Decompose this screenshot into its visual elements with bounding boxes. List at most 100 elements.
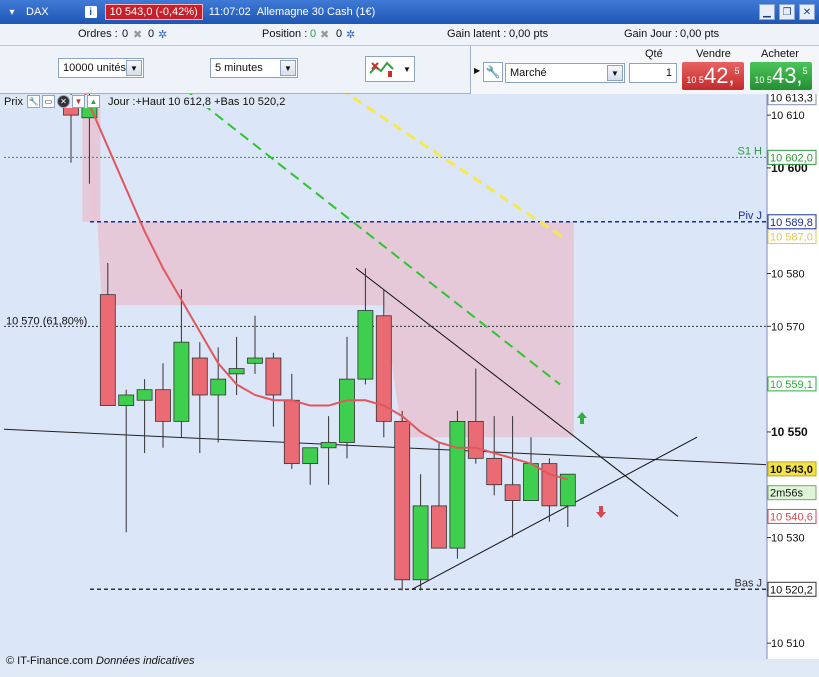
candle-body[interactable] xyxy=(449,420,466,549)
position-value: 0 xyxy=(310,28,317,40)
orders-value-2: 0 xyxy=(148,28,155,40)
level-badge-text: 10 520,2 xyxy=(770,584,813,596)
restore-icon[interactable]: ❐ xyxy=(779,4,795,20)
axis-tick-label: 10 570 xyxy=(771,321,805,333)
info-icon[interactable]: i xyxy=(84,6,97,18)
axis-tick-label: 10 550 xyxy=(771,425,808,439)
position-label: Position : xyxy=(262,28,308,40)
candle-body[interactable] xyxy=(541,463,558,507)
units-select[interactable]: 10000 unités ▼ xyxy=(58,58,144,78)
chart-tools-button[interactable]: ▼ xyxy=(365,56,415,82)
axis-tick-label: 10 580 xyxy=(771,269,805,281)
candle-body[interactable] xyxy=(155,389,171,422)
chevron-down-icon[interactable]: ▼ xyxy=(126,60,142,76)
day-range-text: Jour :+Haut 10 612,8 +Bas 10 520,2 xyxy=(107,95,286,108)
candlestick-chart[interactable]: S1 H Piv J 10 570 (61,80%) Bas J 10 510 10 52… xyxy=(0,94,819,677)
wrench-icon[interactable]: 🔧 xyxy=(483,62,503,82)
prix-label: Prix xyxy=(4,95,23,108)
level-label: S1 H xyxy=(738,145,763,157)
candle-body[interactable] xyxy=(265,357,282,396)
position-value-2: 0 xyxy=(336,28,343,40)
move-down-icon[interactable]: ▼ xyxy=(71,95,85,108)
buy-label: Acheter xyxy=(761,48,799,60)
level-label: 10 570 (61,80%) xyxy=(6,315,87,327)
latent-gain-value: 0,00 pts xyxy=(509,28,549,40)
close-icon[interactable]: ✕ xyxy=(56,95,70,108)
chart-toolbar: 10000 unités ▼ 5 minutes ▼ ▼ ▶ 🔧 Marché … xyxy=(0,46,819,94)
price-change-badge: 10 543,0 (-0,42%) xyxy=(104,4,203,20)
order-panel: ▶ 🔧 Marché ▼ Qté 1 Vendre Acheter 10 5 4… xyxy=(470,46,819,94)
source-text: © IT-Finance.com xyxy=(6,655,93,667)
position-cancel-icon[interactable]: ✖ xyxy=(320,28,329,41)
candle-body[interactable] xyxy=(136,389,153,401)
candle-body[interactable] xyxy=(320,442,337,449)
position-settings-icon[interactable]: ✲ xyxy=(346,28,355,41)
price-badge-text: 10 559,1 xyxy=(770,379,813,391)
candle-body[interactable] xyxy=(412,505,429,581)
price-badge-text: 2m56s xyxy=(770,488,804,500)
price-badge-text: 10 540,6 xyxy=(770,511,813,523)
order-type-value: Marché xyxy=(510,67,547,79)
buy-price-sup: 5 xyxy=(802,66,808,76)
units-value: 10000 unités xyxy=(63,62,126,74)
level-badge-text: 10 589,8 xyxy=(770,217,813,229)
sell-price-sup: 5 xyxy=(734,66,740,76)
axis-tick-label: 10 610 xyxy=(771,110,805,122)
candle-body[interactable] xyxy=(431,505,447,549)
sell-label: Vendre xyxy=(696,48,731,60)
sell-price-main: 42, xyxy=(703,63,735,88)
candle-body[interactable] xyxy=(357,310,374,380)
chevron-down-icon[interactable]: ▼ xyxy=(607,65,623,81)
order-type-select[interactable]: Marché ▼ xyxy=(505,63,625,83)
buy-price-prefix: 10 5 xyxy=(754,75,772,85)
candle-body[interactable] xyxy=(302,447,319,465)
candle-body[interactable] xyxy=(247,357,263,364)
grip-icon[interactable]: ▾ xyxy=(4,4,20,20)
buy-price-main: 43, xyxy=(771,63,803,88)
price-badge-text: 10 613,3 xyxy=(770,94,813,105)
interval-value: 5 minutes xyxy=(215,62,263,74)
candle-body[interactable] xyxy=(118,394,135,406)
buy-button[interactable]: 10 5 43, 5 xyxy=(750,62,812,90)
candle-body[interactable] xyxy=(486,457,503,486)
orders-value: 0 xyxy=(122,28,129,40)
candle-body[interactable] xyxy=(173,341,190,422)
orders-cancel-icon[interactable]: ✖ xyxy=(133,28,142,41)
sell-button[interactable]: 10 5 42, 5 xyxy=(682,62,744,90)
wrench-icon[interactable]: 🔧 xyxy=(26,95,40,108)
day-gain-value: 0,00 pts xyxy=(680,28,720,40)
chevron-down-icon[interactable]: ▼ xyxy=(280,60,296,76)
move-up-icon[interactable]: ▲ xyxy=(86,95,100,108)
level-label: Piv J xyxy=(738,210,762,222)
orders-settings-icon[interactable]: ✲ xyxy=(158,28,167,41)
collapse-triangle-icon[interactable]: ▶ xyxy=(474,66,480,75)
candle-body[interactable] xyxy=(523,463,539,501)
candle-body[interactable] xyxy=(99,294,116,406)
chart-tools-icon xyxy=(366,57,400,81)
sell-price-prefix: 10 5 xyxy=(686,75,704,85)
price-chart-area[interactable]: S1 H Piv J 10 570 (61,80%) Bas J 10 510 10 52… xyxy=(0,94,819,677)
candle-body[interactable] xyxy=(210,378,227,396)
day-gain-label: Gain Jour : xyxy=(624,28,678,40)
orders-label: Ordres : xyxy=(78,28,118,40)
candle-body[interactable] xyxy=(191,357,208,396)
minimize-icon[interactable]: ▁ xyxy=(759,4,775,20)
chevron-down-icon[interactable]: ▼ xyxy=(400,57,414,81)
candle-body[interactable] xyxy=(394,420,411,581)
window-icon[interactable]: ▭ xyxy=(41,95,55,108)
chart-header: Prix 🔧 ▭ ✕ ▼ ▲ Jour :+Haut 10 612,8 +Bas… xyxy=(4,95,286,108)
candle-body[interactable] xyxy=(283,399,300,465)
axis-tick-label: 10 530 xyxy=(771,533,805,545)
candle-body[interactable] xyxy=(504,484,521,501)
close-icon[interactable]: ✕ xyxy=(799,4,815,20)
candle-body[interactable] xyxy=(339,378,355,443)
candle-body[interactable] xyxy=(228,368,245,375)
ticker-label: DAX xyxy=(26,6,49,18)
price-badge-text: 10 587,0 xyxy=(770,232,813,244)
qty-input[interactable]: 1 xyxy=(629,63,677,83)
footer-note: © IT-Finance.com Données indicatives xyxy=(6,655,194,667)
interval-select[interactable]: 5 minutes ▼ xyxy=(210,58,298,78)
candle-body[interactable] xyxy=(467,420,484,459)
qty-label: Qté xyxy=(645,48,663,60)
clock-time: 11:07:02 xyxy=(208,6,251,18)
